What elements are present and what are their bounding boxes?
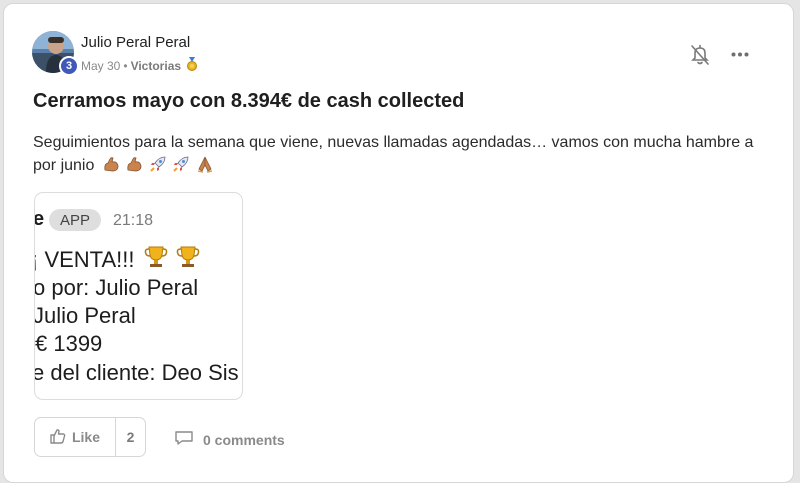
app-label: APP [49,209,102,231]
like-count[interactable]: 2 [115,418,145,456]
flexed-biceps-icon [102,155,120,173]
attachment-line-2: o por: Julio Peral [34,275,199,300]
more-options-icon[interactable] [729,44,751,64]
attachment-line-1-text: ¡ VENTA!!! [34,247,135,272]
rocket-icon [172,155,190,173]
post-category[interactable]: Victorias [131,59,181,73]
attachment-line-1: ¡ VENTA!!! [34,245,201,275]
author-name[interactable]: Julio Peral Peral [81,34,190,51]
medal-icon [186,57,198,74]
attachment-line-5: e del cliente: Deo Sis [34,360,239,385]
comment-icon [174,430,194,449]
post-title[interactable]: Cerramos mayo con 8.394€ de cash collect… [33,90,464,113]
rocket-icon [149,155,167,173]
trophy-icon [175,245,201,275]
level-badge: 3 [59,56,79,76]
comments-label: 0 comments [203,431,285,448]
attachment-time: 21:18 [113,212,154,229]
praying-hands-icon [196,155,214,174]
like-control: Like 2 [34,417,146,457]
attachment-edge-char: e [34,208,45,230]
trophy-icon [143,245,169,275]
post-date[interactable]: May 30 [81,59,120,73]
attachment-line-4: € 1399 [35,331,103,356]
post-body: Seguimientos para la semana que viene, n… [33,131,763,177]
meta-separator: • [123,58,128,73]
like-button[interactable]: Like [35,418,115,456]
attachment-content: e APP 21:18 ¡ VENTA!!! o por: Julio Pera… [34,193,242,399]
post-meta: May 30 • Victorias [81,57,198,74]
attachment-line-3: Julio Peral [34,303,136,328]
thumbs-up-icon [50,428,66,447]
flexed-biceps-icon [125,155,143,173]
body-emojis [102,154,215,177]
bell-off-icon[interactable] [690,44,710,66]
attachment-thumbnail[interactable]: e APP 21:18 ¡ VENTA!!! o por: Julio Pera… [34,192,243,400]
comments-button[interactable]: 0 comments [174,430,285,449]
like-label: Like [71,429,100,445]
